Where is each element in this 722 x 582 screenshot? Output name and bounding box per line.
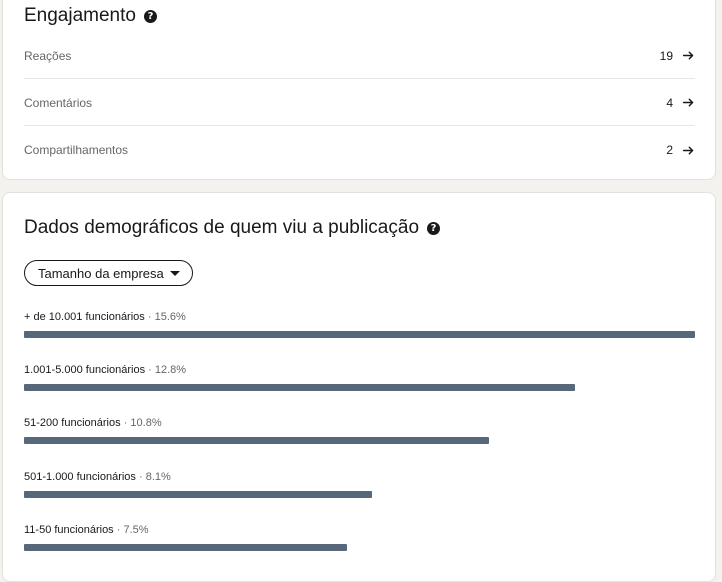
dropdown-label: Tamanho da empresa [38,265,164,281]
bar-label-line: 11-50 funcionários · 7.5% [24,524,695,536]
bar-label-line: 51-200 funcionários · 10.8% [24,417,695,429]
company-size-dropdown[interactable]: Tamanho da empresa [24,260,193,286]
help-icon[interactable]: ? [143,9,157,23]
metric-row-reactions[interactable]: Reações 19 [24,33,695,79]
bar-label: 1.001-5.000 funcionários [24,364,146,376]
arrow-right-icon[interactable] [682,96,695,109]
bar-item: + de 10.001 funcionários · 15.6% [24,311,695,338]
bar-track [24,491,695,498]
demographics-card: Dados demográficos de quem viu a publica… [2,192,716,582]
bar-label-line: 1.001-5.000 funcionários · 12.8% [24,364,695,376]
bar-item: 51-200 funcionários · 10.8% [24,417,695,444]
bar-fill [24,544,347,551]
demographics-title: Dados demográficos de quem viu a publica… [24,217,441,239]
bar-label: 501-1.000 funcionários [24,471,136,483]
demographics-title-text: Dados demográficos de quem viu a publica… [24,217,420,238]
bar-percent-separator: · [144,311,155,323]
bar-percent: 7.5% [123,524,149,536]
bar-percent: 12.8% [154,364,187,376]
caret-down-icon [169,270,180,276]
bar-percent-separator: · [135,471,146,483]
bar-track [24,331,695,338]
bar-label-line: + de 10.001 funcionários · 15.6% [24,311,695,323]
bar-track [24,437,695,444]
metric-row-comments[interactable]: Comentários 4 [24,80,695,126]
bar-percent: 8.1% [145,471,171,483]
engagement-card: Engajamento ? Reações 19 Comentários 4 C… [2,0,716,180]
metric-value: 19 [659,48,673,63]
metric-value: 4 [666,95,673,110]
bar-label: + de 10.001 funcionários [24,311,145,323]
bar-item: 11-50 funcionários · 7.5% [24,524,695,551]
engagement-title: Engajamento ? [24,5,157,27]
bar-item: 1.001-5.000 funcionários · 12.8% [24,364,695,391]
bar-percent-separator: · [120,417,131,429]
bar-fill [24,437,489,444]
bar-percent-separator: · [113,524,124,536]
bar-fill [24,384,575,391]
metric-row-shares[interactable]: Compartilhamentos 2 [24,127,695,173]
arrow-right-icon[interactable] [682,144,695,157]
metric-value: 2 [666,143,673,157]
bar-percent: 10.8% [130,417,162,429]
metric-right: 19 [660,49,695,63]
metric-label: Compartilhamentos [24,143,129,157]
metric-label: Reações [24,48,72,63]
engagement-title-text: Engajamento [24,5,136,26]
help-icon[interactable]: ? [427,221,441,235]
bar-item: 501-1.000 funcionários · 8.1% [24,471,695,498]
bar-label: 51-200 funcionários [24,417,121,429]
bar-fill [24,491,372,498]
bar-track [24,384,695,391]
metric-right: 4 [666,96,695,110]
metric-right: 2 [666,143,695,157]
bar-percent-separator: · [145,364,155,376]
metric-label: Comentários [24,95,93,110]
bar-label: 11-50 funcionários [24,524,114,536]
bar-track [24,544,695,551]
bar-label-line: 501-1.000 funcionários · 8.1% [24,471,695,483]
arrow-right-icon[interactable] [682,49,695,62]
bar-fill [24,331,695,338]
bar-percent: 15.6% [154,311,186,323]
